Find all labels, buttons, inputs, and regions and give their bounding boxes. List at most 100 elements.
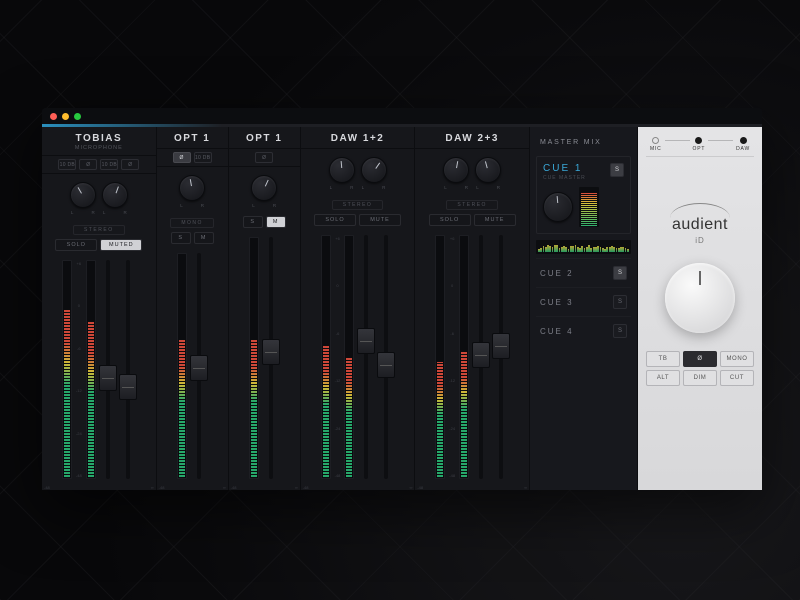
cue-label: CUE 2 (540, 269, 574, 278)
pan-knob[interactable] (70, 182, 96, 208)
channel-title: OPT 1 (161, 133, 224, 144)
cue-1-title: CUE 1 (543, 163, 586, 174)
s-button[interactable]: S (171, 232, 191, 244)
brand-logo: audient iD (670, 203, 730, 245)
level-meter (321, 235, 331, 479)
channel-option-pill[interactable]: Ø (255, 152, 273, 163)
cue-solo-button[interactable]: S (613, 295, 627, 309)
source-opt[interactable]: OPT (693, 137, 706, 152)
channel-title: OPT 1 (233, 133, 296, 144)
solo-button[interactable]: SOLO (314, 214, 356, 226)
cue-1-panel: CUE 1 CUE MASTER S (536, 156, 631, 234)
level-meter (249, 237, 259, 479)
cue-row: CUE 2 S (536, 258, 631, 287)
spectrum-analyzer (536, 240, 631, 254)
level-meter (177, 253, 187, 479)
m-button[interactable]: M (266, 216, 286, 228)
channel-option-pill[interactable]: Ø (79, 159, 97, 170)
fader-track[interactable] (126, 260, 130, 479)
pan-knob[interactable] (179, 175, 205, 201)
cue-1-meter (579, 187, 599, 227)
channel-title: DAW 2+3 (419, 133, 525, 144)
fader-cap[interactable] (190, 355, 208, 381)
s-button[interactable]: S (243, 216, 263, 228)
level-meter (344, 235, 354, 479)
stereo-mode-label: MONO (170, 218, 214, 228)
level-meter (435, 235, 445, 479)
cue-1-solo-button[interactable]: S (610, 163, 624, 177)
solo-button[interactable]: SOLO (55, 239, 97, 251)
close-icon[interactable] (50, 113, 57, 120)
cut-button[interactable]: CUT (720, 370, 754, 386)
channel-option-pill[interactable]: 10 DB (100, 159, 118, 170)
fader-cap[interactable] (119, 374, 137, 400)
stereo-mode-label: STEREO (446, 200, 498, 210)
solo-button[interactable]: SOLO (429, 214, 471, 226)
pan-knob[interactable] (102, 182, 128, 208)
titlebar (42, 108, 762, 124)
fader-cap[interactable] (472, 342, 490, 368)
cue-1-subtitle: CUE MASTER (543, 175, 586, 181)
mute-button[interactable]: MUTE (474, 214, 516, 226)
fader-cap[interactable] (99, 365, 117, 391)
tb-button[interactable]: TB (646, 351, 680, 367)
cue-label: CUE 3 (540, 298, 574, 307)
channel-0: TOBIASMICROPHONE10 DBØ10 DBØLRLRSTEREOSO… (42, 127, 157, 490)
level-meter (86, 260, 96, 479)
master-volume-knob[interactable] (665, 263, 735, 333)
fader-cap[interactable] (492, 333, 510, 359)
pan-knob[interactable] (475, 157, 501, 183)
fader-track[interactable] (364, 235, 368, 479)
radio-icon (740, 137, 747, 144)
channel-title: DAW 1+2 (305, 133, 411, 144)
channel-option-pill[interactable]: 10 DB (194, 152, 212, 163)
cue-1-knob[interactable] (543, 192, 573, 222)
mixer-window: TOBIASMICROPHONE10 DBØ10 DBØLRLRSTEREOSO… (42, 108, 762, 490)
hardware-panel: MIC OPT DAW audient iD TBØMONO ALTDIMCUT (638, 127, 762, 490)
pan-knob[interactable] (329, 157, 355, 183)
stereo-mode-label: STEREO (332, 200, 384, 210)
fader-track[interactable] (269, 237, 273, 479)
pan-knob[interactable] (361, 157, 387, 183)
source-mic[interactable]: MIC (650, 137, 662, 152)
cue-row: CUE 3 S (536, 287, 631, 316)
channel-3: DAW 1+2LRLRSTEREOSOLOMUTE+60-6-12-24-48-… (301, 127, 416, 490)
master-title: MASTER MIX (536, 135, 631, 156)
pan-knob[interactable] (443, 157, 469, 183)
cue-solo-button[interactable]: S (613, 324, 627, 338)
channel-2: OPT 1ØLRSM-48∞ (229, 127, 301, 490)
pan-knob[interactable] (251, 175, 277, 201)
mute-button[interactable]: MUTE (359, 214, 401, 226)
fader-cap[interactable] (357, 328, 375, 354)
source-daw[interactable]: DAW (736, 137, 750, 152)
stereo-mode-label: STEREO (73, 225, 125, 235)
channel-option-pill[interactable]: 10 DB (58, 159, 76, 170)
level-meter (62, 260, 72, 479)
dim-button[interactable]: DIM (683, 370, 717, 386)
level-meter (459, 235, 469, 479)
fader-track[interactable] (499, 235, 503, 479)
channel-option-pill[interactable]: Ø (173, 152, 191, 163)
fader-track[interactable] (106, 260, 110, 479)
channel-1: OPT 1Ø10 DBLRMONOSM-48∞ (157, 127, 229, 490)
cue-solo-button[interactable]: S (613, 266, 627, 280)
cue-row: CUE 4S (536, 316, 631, 345)
fader-cap[interactable] (262, 339, 280, 365)
fader-cap[interactable] (377, 352, 395, 378)
zoom-icon[interactable] (74, 113, 81, 120)
fader-track[interactable] (479, 235, 483, 479)
master-section: MASTER MIX CUE 1 CUE MASTER S (530, 127, 638, 490)
fader-track[interactable] (197, 253, 201, 479)
ø-button[interactable]: Ø (683, 351, 717, 367)
alt-button[interactable]: ALT (646, 370, 680, 386)
muted-button[interactable]: MUTED (100, 239, 142, 251)
mono-button[interactable]: MONO (720, 351, 754, 367)
channel-4: DAW 2+3LRLRSTEREOSOLOMUTE+60-6-12-24-48-… (415, 127, 530, 490)
m-button[interactable]: M (194, 232, 214, 244)
radio-icon (652, 137, 659, 144)
minimize-icon[interactable] (62, 113, 69, 120)
channel-subtitle: MICROPHONE (46, 145, 152, 151)
channel-option-pill[interactable]: Ø (121, 159, 139, 170)
radio-icon (695, 137, 702, 144)
fader-track[interactable] (384, 235, 388, 479)
